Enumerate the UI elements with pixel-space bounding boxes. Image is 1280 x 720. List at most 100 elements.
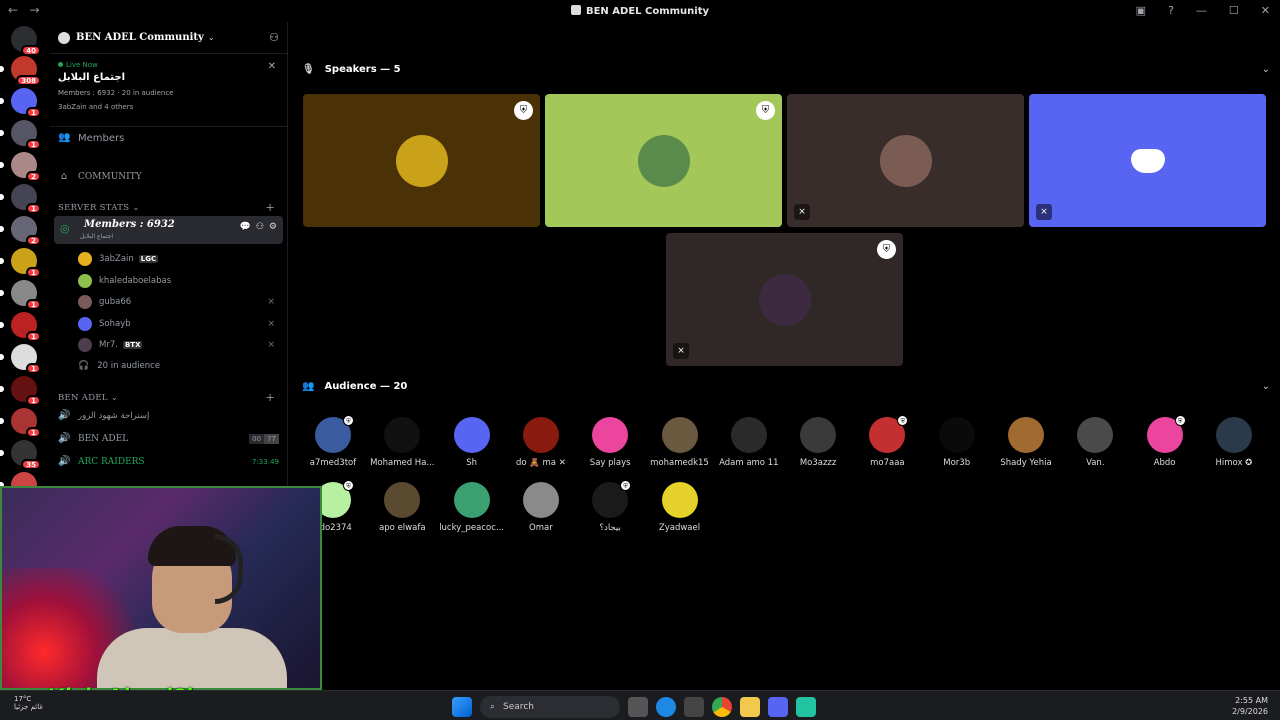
server-icon[interactable]: 35 bbox=[11, 440, 41, 470]
speakers-header: 🎙 Speakers — 5 bbox=[302, 64, 401, 75]
live-stage-card[interactable]: Live Now اجتماع البلابل Members : 6932 ·… bbox=[50, 55, 287, 127]
audience-member[interactable]: Mor3b bbox=[922, 417, 992, 468]
members-icon: 👥 bbox=[58, 132, 71, 143]
server-icon[interactable]: 2 bbox=[11, 216, 41, 246]
server-icon[interactable]: 2 bbox=[11, 152, 41, 182]
voice-channel-3[interactable]: 🔊 ARC RAIDERS 7:33:49 bbox=[58, 452, 279, 472]
audience-member[interactable]: apo elwafa bbox=[367, 482, 437, 533]
weather-widget[interactable]: 17°C غائم جزئيا bbox=[14, 695, 43, 711]
add-member-icon[interactable]: ⚇ bbox=[256, 222, 264, 232]
voice-member[interactable]: 3abZain LGC bbox=[78, 250, 279, 268]
audience-member[interactable]: lucky_peacoc... bbox=[437, 482, 507, 533]
server-icon[interactable]: 308 bbox=[11, 56, 41, 86]
audience-member[interactable]: Shady Yehia bbox=[991, 417, 1061, 468]
audience-member[interactable]: Himox ✪ bbox=[1199, 417, 1269, 468]
member-tag: BTX bbox=[122, 341, 143, 349]
speaker-tile[interactable]: ⛨ bbox=[303, 94, 540, 227]
settings-icon[interactable]: ⚙ bbox=[269, 222, 277, 232]
audience-name: Adam amo 11 bbox=[719, 458, 779, 468]
server-icon[interactable]: 1 bbox=[11, 184, 41, 214]
discord-icon[interactable] bbox=[768, 697, 788, 717]
server-icon[interactable]: 1 bbox=[11, 344, 41, 374]
avatar bbox=[384, 482, 421, 518]
task-view-icon[interactable] bbox=[628, 697, 648, 717]
notification-badge: 1 bbox=[26, 107, 41, 118]
category-server-stats[interactable]: SERVER STATS ⌄ + bbox=[58, 201, 279, 214]
voice-member[interactable]: guba66 ⨯ bbox=[78, 293, 279, 311]
audience-member[interactable]: Mo3azzz bbox=[783, 417, 853, 468]
audience-member[interactable]: Zyadwael bbox=[645, 482, 715, 533]
member-name: Mr7. bbox=[99, 340, 118, 350]
audience-name: Say plays bbox=[589, 458, 631, 468]
notification-badge: 1 bbox=[26, 139, 41, 150]
server-icon[interactable]: 1 bbox=[11, 88, 41, 118]
file-explorer-icon[interactable] bbox=[740, 697, 760, 717]
voice-member[interactable]: khaledaboelabas bbox=[78, 272, 279, 290]
audience-member[interactable]: Mohamed Ha... bbox=[367, 417, 437, 468]
add-channel-icon[interactable]: + bbox=[265, 391, 275, 404]
speaker-tile[interactable]: ⨯ bbox=[787, 94, 1024, 227]
title-bar: ← → BEN ADEL Community ▣ ? — ☐ ✕ bbox=[0, 0, 1280, 22]
notification-badge: 1 bbox=[26, 331, 41, 342]
audience-row[interactable]: 🎧 20 in audience bbox=[78, 357, 279, 375]
server-icon[interactable]: 1 bbox=[11, 248, 41, 278]
clock[interactable]: 2:55 AM 2/9/2026 bbox=[1232, 695, 1268, 717]
app-icon[interactable] bbox=[796, 697, 816, 717]
server-icon[interactable]: 1 bbox=[11, 408, 41, 438]
voice-member[interactable]: Sohayb ⨯ bbox=[78, 315, 279, 333]
invite-icon[interactable]: ⚇ bbox=[269, 31, 279, 44]
audience-member[interactable]: ⛨ بيجاد؟ bbox=[575, 480, 645, 533]
audience-member[interactable]: mohamedk15 bbox=[645, 417, 715, 468]
members-row[interactable]: 👥 Members bbox=[58, 128, 279, 148]
speaker-tile[interactable]: ⛨ ⨯ bbox=[666, 233, 903, 366]
chat-icon[interactable]: 💬 bbox=[240, 222, 251, 232]
audience-member[interactable]: ⛨ a7med3tof bbox=[298, 415, 368, 468]
category-ben-adel[interactable]: BEN ADEL ⌄ + bbox=[58, 391, 279, 404]
audience-member[interactable]: Adam amo 11 bbox=[714, 417, 784, 468]
audience-member[interactable]: Sh bbox=[437, 417, 507, 468]
notification-badge: 1 bbox=[26, 203, 41, 214]
inbox-icon[interactable]: ▣ bbox=[1136, 4, 1146, 17]
audience-member[interactable]: Omar bbox=[506, 482, 576, 533]
add-channel-icon[interactable]: + bbox=[265, 201, 275, 214]
start-icon[interactable] bbox=[452, 697, 472, 717]
chrome-icon[interactable] bbox=[712, 697, 732, 717]
search-input[interactable]: ⌕ Search bbox=[480, 696, 620, 718]
server-header[interactable]: BEN ADEL Community ⌄ ⚇ bbox=[50, 22, 287, 54]
moderator-shield-icon: ⛨ bbox=[620, 480, 632, 491]
home-icon[interactable]: 40 bbox=[11, 26, 41, 56]
audience-member[interactable]: Van. bbox=[1060, 417, 1130, 468]
active-stage-channel[interactable]: ◎ Members : 6932 اجتماع البلابل 💬 ⚇ ⚙ bbox=[54, 216, 283, 244]
edge-icon[interactable] bbox=[656, 697, 676, 717]
audience-member[interactable]: do 🧸 ma ✕ bbox=[506, 417, 576, 468]
close-button[interactable]: ✕ bbox=[1261, 4, 1270, 17]
speaker-tile[interactable]: ⨯ bbox=[1029, 94, 1266, 227]
maximize-button[interactable]: ☐ bbox=[1229, 4, 1239, 17]
audience-name: mohamedk15 bbox=[650, 458, 709, 468]
avatar: ⛨ bbox=[315, 415, 354, 453]
server-icon[interactable]: 1 bbox=[11, 120, 41, 150]
voice-member[interactable]: Mr7. BTX ⨯ bbox=[78, 336, 279, 354]
chevron-down-icon[interactable]: ⌄ bbox=[1262, 64, 1270, 75]
speaker-tile[interactable]: ⛨ bbox=[545, 94, 782, 227]
server-icon[interactable]: 1 bbox=[11, 312, 41, 342]
store-icon[interactable] bbox=[684, 697, 704, 717]
voice-channel-1[interactable]: 🔊 إستراحة شهود الزور bbox=[58, 406, 279, 426]
audience-member[interactable]: ⛨ mo7aaa bbox=[852, 415, 922, 468]
audience-member[interactable]: Say plays bbox=[575, 417, 645, 468]
chevron-down-icon[interactable]: ⌄ bbox=[1262, 381, 1270, 392]
server-icon[interactable]: 1 bbox=[11, 280, 41, 310]
audience-name: بيجاد؟ bbox=[599, 523, 621, 533]
avatar: ⛨ bbox=[869, 415, 909, 453]
audience-name: a7med3tof bbox=[309, 458, 357, 468]
help-icon[interactable]: ? bbox=[1168, 4, 1174, 17]
close-icon[interactable]: ✕ bbox=[268, 61, 276, 72]
minimize-button[interactable]: — bbox=[1196, 4, 1207, 17]
server-icon[interactable]: 1 bbox=[11, 376, 41, 406]
avatar bbox=[78, 252, 92, 266]
community-row[interactable]: ⌂ COMMUNITY bbox=[58, 167, 279, 187]
avatar bbox=[1215, 417, 1252, 453]
voice-channel-2[interactable]: 🔊 BEN ADEL 00 77 bbox=[58, 429, 279, 449]
audience-member[interactable]: ⛨ Abdo bbox=[1130, 415, 1200, 468]
member-name: 3abZain bbox=[99, 254, 134, 264]
